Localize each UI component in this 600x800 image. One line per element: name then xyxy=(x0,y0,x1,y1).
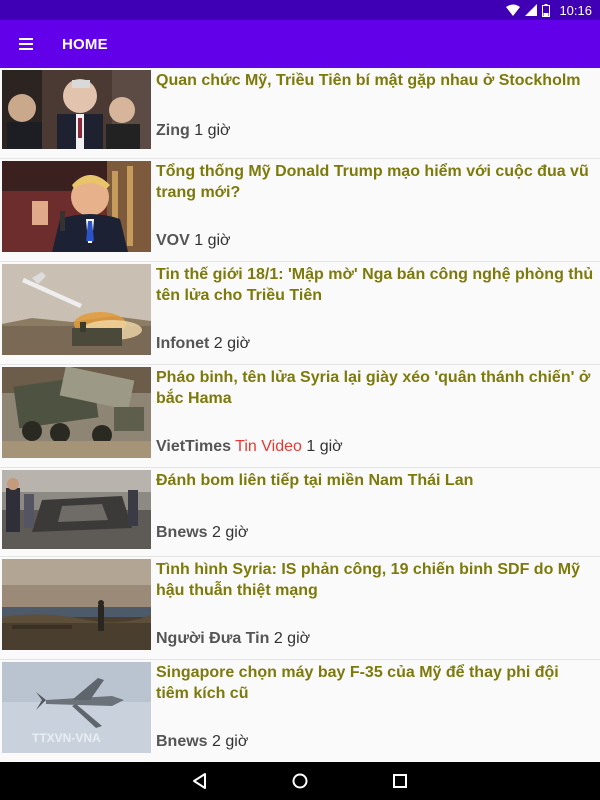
article-title[interactable]: Tổng thống Mỹ Donald Trump mạo hiểm với … xyxy=(156,161,594,203)
article-item[interactable]: Đánh bom liên tiếp tại miền Nam Thái Lan… xyxy=(0,468,600,557)
article-meta: Người Đưa Tin 2 giờ xyxy=(156,630,310,648)
article-meta: Zing 1 giờ xyxy=(156,122,231,140)
article-source: Infonet xyxy=(156,335,210,352)
battery-icon xyxy=(542,3,551,17)
article-thumbnail xyxy=(2,70,151,149)
video-tag: Tin Video xyxy=(235,438,302,455)
watermark-text: TTXVN-VNA xyxy=(32,731,101,745)
article-thumbnail xyxy=(2,264,151,355)
app-bar: HOME xyxy=(0,20,600,68)
hamburger-menu-icon xyxy=(19,38,33,50)
article-time: 2 giờ xyxy=(212,524,249,541)
article-list[interactable]: Quan chức Mỹ, Triều Tiên bí mật gặp nhau… xyxy=(0,68,600,762)
article-time: 1 giờ xyxy=(306,438,343,455)
recents-button[interactable] xyxy=(391,772,409,790)
article-item[interactable]: Pháo binh, tên lửa Syria lại giày xéo 'q… xyxy=(0,365,600,468)
article-time: 2 giờ xyxy=(213,335,251,352)
back-button[interactable] xyxy=(191,772,209,790)
article-thumbnail xyxy=(2,470,151,549)
navigation-bar xyxy=(0,762,600,800)
status-time: 10:16 xyxy=(559,2,592,18)
article-title[interactable]: Pháo binh, tên lửa Syria lại giày xéo 'q… xyxy=(156,367,594,409)
home-circle-icon xyxy=(292,773,308,789)
article-thumbnail: TTXVN-VNA xyxy=(2,662,151,753)
wifi-icon xyxy=(506,4,521,16)
article-item[interactable]: Tin thế giới 18/1: 'Mập mờ' Nga bán công… xyxy=(0,262,600,365)
article-meta: VietTimes Tin Video 1 giờ xyxy=(156,438,343,456)
article-meta: Bnews 2 giờ xyxy=(156,733,248,751)
back-triangle-icon xyxy=(193,773,206,789)
article-thumbnail xyxy=(2,367,151,458)
article-meta: Bnews 2 giờ xyxy=(156,524,248,542)
menu-button[interactable] xyxy=(18,36,36,52)
article-title[interactable]: Tin thế giới 18/1: 'Mập mờ' Nga bán công… xyxy=(156,264,594,306)
article-source: VOV xyxy=(156,232,190,249)
article-item[interactable]: Quan chức Mỹ, Triều Tiên bí mật gặp nhau… xyxy=(0,68,600,159)
article-title[interactable]: Tình hình Syria: IS phản công, 19 chiến … xyxy=(156,559,594,601)
article-title[interactable]: Quan chức Mỹ, Triều Tiên bí mật gặp nhau… xyxy=(156,70,594,91)
article-meta: VOV 1 giờ xyxy=(156,232,231,250)
article-item[interactable]: TTXVN-VNA Singapore chọn máy bay F-35 củ… xyxy=(0,660,600,762)
signal-icon xyxy=(525,4,538,16)
page-title: HOME xyxy=(62,36,108,53)
article-time: 2 giờ xyxy=(273,630,311,647)
article-item[interactable]: Tình hình Syria: IS phản công, 19 chiến … xyxy=(0,557,600,660)
status-bar: 10:16 xyxy=(0,0,600,20)
article-source: Bnews xyxy=(156,524,208,541)
article-time: 1 giờ xyxy=(194,232,231,249)
article-thumbnail xyxy=(2,161,151,252)
article-time: 2 giờ xyxy=(212,733,249,750)
article-time: 1 giờ xyxy=(194,122,231,139)
home-button[interactable] xyxy=(291,772,309,790)
article-source: Người Đưa Tin xyxy=(156,630,270,647)
article-item[interactable]: Tổng thống Mỹ Donald Trump mạo hiểm với … xyxy=(0,159,600,262)
article-thumbnail xyxy=(2,559,151,650)
article-meta: Infonet 2 giờ xyxy=(156,335,250,353)
article-source: VietTimes xyxy=(156,438,232,455)
recents-square-icon xyxy=(393,774,407,788)
article-title[interactable]: Đánh bom liên tiếp tại miền Nam Thái Lan xyxy=(156,470,594,491)
article-source: Zing xyxy=(156,122,190,139)
status-icons: 10:16 xyxy=(506,2,592,18)
article-source: Bnews xyxy=(156,733,208,750)
article-title[interactable]: Singapore chọn máy bay F-35 của Mỹ để th… xyxy=(156,662,594,704)
